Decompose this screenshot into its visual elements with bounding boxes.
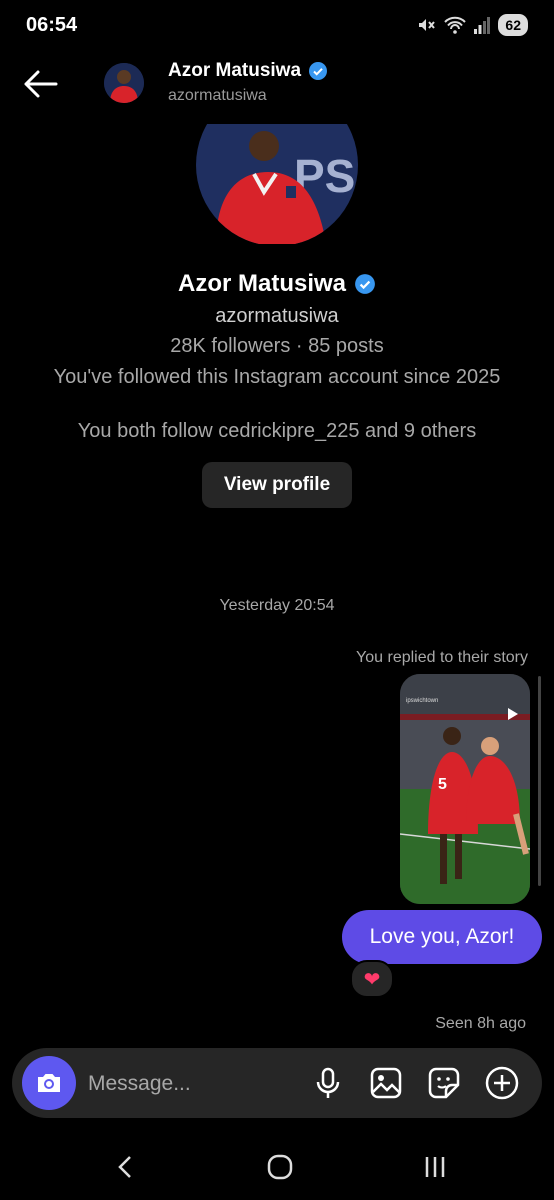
signal-icon xyxy=(474,17,491,34)
message-timestamp: Yesterday 20:54 xyxy=(219,597,335,614)
status-time: 06:54 xyxy=(26,14,78,36)
microphone-icon xyxy=(316,1067,340,1098)
story-reply-note: You replied to their story xyxy=(356,649,528,666)
gallery-button[interactable] xyxy=(368,1065,404,1101)
story-account-label: ipswichtown xyxy=(406,698,439,704)
profile-name: Azor Matusiwa xyxy=(0,270,554,298)
message-bubble[interactable]: Love you, Azor! xyxy=(342,910,542,964)
profile-name-text: Azor Matusiwa xyxy=(177,270,347,297)
nav-recents-button[interactable] xyxy=(420,1152,450,1182)
back-arrow-icon xyxy=(24,70,58,98)
plus-button[interactable] xyxy=(484,1065,520,1101)
camera-button[interactable] xyxy=(22,1056,76,1110)
plus-icon xyxy=(485,1066,519,1100)
gallery-icon xyxy=(370,1067,402,1099)
svg-text:5: 5 xyxy=(438,776,447,793)
profile-stats: 28K followers · 85 posts xyxy=(170,335,384,357)
verified-badge-icon xyxy=(309,62,328,80)
nav-back-icon xyxy=(118,1156,131,1178)
message-input[interactable] xyxy=(88,1064,288,1104)
header-avatar[interactable] xyxy=(104,63,144,103)
wifi-icon xyxy=(444,16,467,34)
battery-indicator: 62 xyxy=(498,14,528,36)
camera-icon xyxy=(38,1074,60,1092)
microphone-button[interactable] xyxy=(310,1065,346,1101)
nav-home-icon xyxy=(267,1154,293,1180)
scrollbar[interactable] xyxy=(538,676,541,886)
followed-since: You've followed this Instagram account s… xyxy=(53,366,501,388)
header-name-text: Azor Matusiwa xyxy=(168,60,302,81)
nav-recents-icon xyxy=(425,1157,445,1177)
mute-icon xyxy=(419,19,436,31)
profile-picture[interactable]: PS xyxy=(196,124,358,244)
verified-badge-icon xyxy=(355,274,375,294)
sticker-button[interactable] xyxy=(426,1065,462,1101)
header-handle: azormatusiwa xyxy=(168,87,267,104)
story-thumbnail[interactable]: 5 ipswichtown xyxy=(400,674,530,904)
profile-handle: azormatusiwa xyxy=(215,305,339,327)
sticker-icon xyxy=(428,1067,460,1099)
header-name[interactable]: Azor Matusiwa xyxy=(168,60,328,82)
nav-home-button[interactable] xyxy=(265,1152,295,1182)
seen-status: Seen 8h ago xyxy=(435,1015,526,1032)
heart-reaction[interactable]: ❤ xyxy=(350,960,394,998)
back-button[interactable] xyxy=(20,64,60,104)
mutual-followers: You both follow cedrickipre_225 and 9 ot… xyxy=(77,420,477,442)
view-profile-button[interactable]: View profile xyxy=(202,462,352,508)
nav-back-button[interactable] xyxy=(110,1152,140,1182)
status-icons: 62 xyxy=(416,14,528,36)
